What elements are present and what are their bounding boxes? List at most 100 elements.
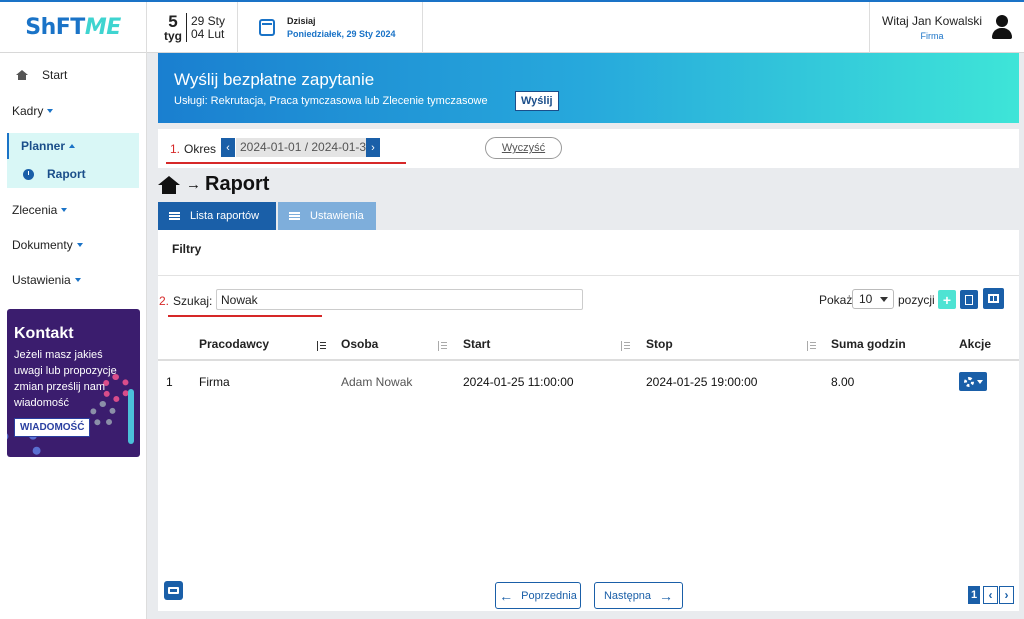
banner-send-button[interactable]: Wyślij <box>515 91 559 111</box>
period-prev-button[interactable]: ‹ <box>221 138 235 157</box>
week-end: 04 Lut <box>191 26 225 41</box>
home-icon[interactable] <box>158 175 180 194</box>
clock-icon <box>23 168 34 180</box>
sidebar-item-label: Kadry <box>12 104 44 118</box>
next-label: Następna <box>603 589 652 602</box>
print-button[interactable] <box>164 581 183 600</box>
next-page-button[interactable]: Następna → <box>594 582 683 609</box>
period-next-button[interactable]: › <box>366 138 380 157</box>
sort-icon[interactable] <box>438 341 447 351</box>
sidebar-item-raport[interactable]: Raport <box>0 167 147 181</box>
today-widget: Dzisiaj Poniedziałek, 29 Sty 2024 <box>239 2 423 53</box>
per-page-label: pozycji <box>898 293 935 307</box>
search-input[interactable] <box>216 289 583 310</box>
week-indicator: 5 tyg 29 Sty 04 Lut <box>148 2 238 53</box>
week-number: 5 <box>168 12 178 31</box>
week-start: 29 Sty <box>191 13 226 28</box>
column-header-stop[interactable]: Stop <box>646 337 673 351</box>
column-header-hours[interactable]: Suma godzin <box>831 337 906 351</box>
page-size-select[interactable]: 10 <box>852 289 894 309</box>
table-header: Pracodawcy Osoba Start Stop Suma godzin … <box>158 327 1019 361</box>
contact-title: Kontakt <box>14 325 74 342</box>
row-actions-button[interactable] <box>959 372 987 391</box>
cell-person: Adam Nowak <box>341 375 413 389</box>
gear-icon <box>963 376 974 387</box>
top-bar: ShFT ME 5 tyg 29 Sty 04 Lut Dzisiaj Ponie… <box>0 0 1024 53</box>
user-company: Firma <box>920 31 944 41</box>
page-next-chevron-button[interactable]: › <box>999 586 1014 604</box>
contact-card: Kontakt Jeżeli masz jakieś uwagi lub pro… <box>7 309 140 457</box>
list-icon <box>169 212 180 220</box>
page-prev-chevron-button[interactable]: ‹ <box>983 586 998 604</box>
export-document-button[interactable] <box>960 290 978 309</box>
cell-stop: 2024-01-25 19:00:00 <box>646 375 758 389</box>
sidebar: Start Kadry Planner Raport Zlecenia Doku… <box>0 53 147 619</box>
table-icon <box>988 294 999 303</box>
page-size-value: 10 <box>859 292 873 306</box>
table-view-button[interactable] <box>983 288 1004 309</box>
sort-icon[interactable] <box>317 341 326 351</box>
sidebar-item-zlecenia[interactable]: Zlecenia <box>0 203 147 217</box>
sidebar-item-label: Ustawienia <box>12 273 71 287</box>
sidebar-item-start[interactable]: Start <box>0 68 147 82</box>
caret-down-icon <box>976 379 983 384</box>
contact-message-button[interactable]: WIADOMOŚĆ <box>14 418 91 437</box>
sort-icon[interactable] <box>621 341 630 351</box>
sidebar-item-kadry[interactable]: Kadry <box>0 104 147 118</box>
sort-icon[interactable] <box>807 341 816 351</box>
sidebar-item-ustawienia[interactable]: Ustawienia <box>0 273 147 287</box>
chevron-down-icon <box>880 297 888 302</box>
caret-up-icon <box>69 144 76 148</box>
calendar-icon <box>259 19 275 36</box>
period-filter: 1. Okres ‹ 2024-01-01 / 2024-01-3 › Wyczy… <box>158 129 1019 168</box>
caret-down-icon <box>74 278 81 282</box>
show-label: Pokaż <box>819 293 853 307</box>
tab-settings[interactable]: Ustawienia <box>278 202 376 230</box>
period-highlight-line <box>166 162 406 164</box>
column-header-employer[interactable]: Pracodawcy <box>199 337 269 351</box>
cell-hours: 8.00 <box>831 375 855 389</box>
column-header-person[interactable]: Osoba <box>341 337 378 351</box>
arrow-right-icon: → <box>186 176 201 193</box>
period-range-input[interactable]: 2024-01-01 / 2024-01-3 <box>236 138 366 157</box>
person-illustration <box>128 389 134 444</box>
column-header-start[interactable]: Start <box>463 337 490 351</box>
sidebar-item-label: Planner <box>21 139 66 153</box>
user-greeting: Witaj Jan Kowalski <box>882 14 983 28</box>
previous-label: Poprzednia <box>521 589 577 602</box>
contact-text: Jeżeli masz jakieś uwagi lub propozycje … <box>14 349 117 409</box>
today-label: Dzisiaj <box>287 16 316 26</box>
add-button[interactable]: + <box>938 290 956 309</box>
clear-button[interactable]: Wyczyść <box>485 137 562 159</box>
current-page-number[interactable]: 1 <box>968 586 980 604</box>
tab-label: Lista raportów <box>190 210 260 222</box>
arrow-left-icon: ← <box>499 587 514 604</box>
filters-heading: Filtry <box>172 242 202 256</box>
tab-label: Ustawienia <box>310 210 364 222</box>
period-step: 1. <box>170 142 181 156</box>
previous-page-button[interactable]: ← Poprzednia <box>495 582 581 609</box>
cell-employer: Firma <box>199 375 230 389</box>
search-highlight-line <box>168 315 322 317</box>
home-icon <box>16 70 28 80</box>
week-number-block: 5 tyg <box>164 13 187 42</box>
user-menu[interactable]: Witaj Jan Kowalski Firma <box>869 2 1024 53</box>
quote-banner: Wyślij bezpłatne zapytanie Usługi: Rekru… <box>158 53 1019 123</box>
search-label-text: Szukaj: <box>173 294 213 308</box>
logo[interactable]: ShFT ME <box>0 2 147 53</box>
row-index: 1 <box>166 375 173 389</box>
sidebar-item-dokumenty[interactable]: Dokumenty <box>0 238 147 252</box>
caret-down-icon <box>47 109 54 113</box>
logo-text-part2: ME <box>84 15 121 40</box>
sidebar-item-label: Raport <box>47 167 86 181</box>
week-dates: 29 Sty 04 Lut <box>191 13 226 41</box>
cell-start: 2024-01-25 11:00:00 <box>463 375 574 389</box>
sidebar-item-planner[interactable]: Planner <box>0 139 147 153</box>
sidebar-item-label: Dokumenty <box>12 238 73 252</box>
tab-report-list[interactable]: Lista raportów <box>158 202 276 230</box>
page-title: → Raport <box>158 173 269 196</box>
user-avatar-icon[interactable] <box>990 14 1014 41</box>
caret-down-icon <box>61 208 68 212</box>
period-label-text: Okres <box>184 142 217 156</box>
column-header-actions: Akcje <box>959 337 992 351</box>
